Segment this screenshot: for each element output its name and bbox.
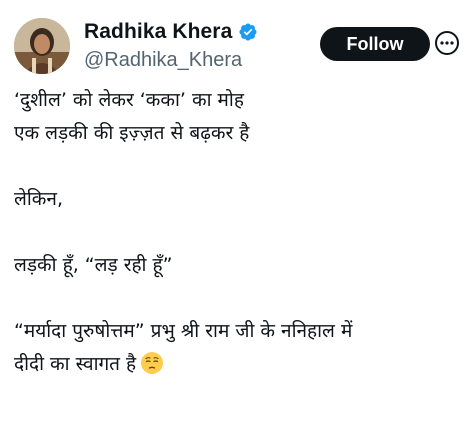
name-row: Radhika Khera [84, 18, 258, 46]
display-name[interactable]: Radhika Khera [84, 20, 232, 44]
verified-badge-icon [238, 22, 258, 42]
tweet-line: ‘दुशील’ को लेकर ‘कका’ का मोह [14, 89, 244, 111]
follow-button[interactable]: Follow [320, 27, 430, 61]
tweet-line: लेकिन, [14, 188, 63, 210]
tweet-line: एक लड़की की इज़्ज़त से बढ़कर है [14, 122, 250, 144]
tweet-line: लड़की हूँ, “लड़ रही हूँ” [14, 254, 173, 276]
tweet-line: “मर्यादा पुरुषोत्तम” प्रभु श्री राम जी क… [14, 320, 353, 342]
avatar-image [14, 18, 70, 74]
tweet-header: Radhika Khera @Radhika_Khera Follow [14, 16, 460, 76]
pensive-face-icon [140, 351, 164, 375]
tweet-line-text: दीदी का स्वागत है [14, 353, 137, 375]
tweet-card: Radhika Khera @Radhika_Khera Follow ‘दुश… [0, 0, 474, 424]
tweet-text: ‘दुशील’ को लेकर ‘कका’ का मोह एक लड़की की… [14, 84, 464, 381]
more-options-icon[interactable] [434, 30, 460, 56]
avatar[interactable] [14, 18, 70, 74]
author-identity: Radhika Khera @Radhika_Khera [84, 18, 258, 72]
tweet-line-last: दीदी का स्वागत है [14, 348, 464, 381]
author-handle[interactable]: @Radhika_Khera [84, 49, 258, 72]
